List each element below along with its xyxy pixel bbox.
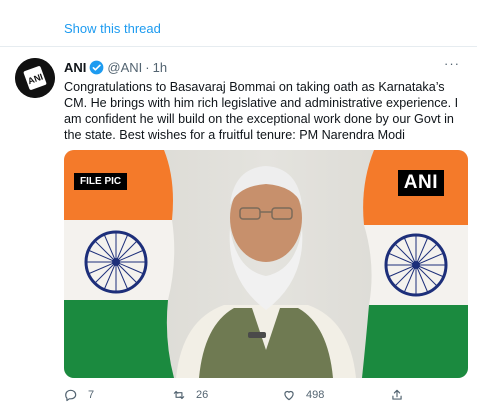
author-handle[interactable]: @ANI (107, 60, 142, 75)
ani-watermark-label: ANI (397, 170, 444, 196)
tweet-header: ANI @ANI · 1h (64, 58, 167, 76)
tweet-actions: 7 26 498 (64, 388, 468, 406)
tweet-media-image[interactable]: FILE PIC ANI (64, 150, 468, 378)
avatar[interactable]: ANI (15, 58, 55, 98)
show-thread-link[interactable]: Show this thread (64, 21, 161, 36)
reply-count: 7 (88, 389, 95, 401)
file-pic-label: FILE PIC (74, 173, 128, 190)
retweet-count: 26 (196, 389, 209, 401)
verified-badge-icon (90, 60, 104, 74)
ani-logo-icon: ANI (15, 58, 55, 98)
share-icon (392, 389, 402, 400)
separator-dot: · (145, 59, 150, 75)
show-thread-row[interactable]: Show this thread (0, 0, 477, 47)
heart-icon (284, 390, 294, 401)
retweet-icon (173, 390, 185, 400)
more-options-icon[interactable]: ··· (444, 56, 460, 71)
tweet-text: Congratulations to Basavaraj Bommai on t… (64, 80, 459, 142)
reply-icon (65, 389, 77, 402)
like-button[interactable]: 498 (282, 388, 324, 402)
tweet-time[interactable]: 1h (153, 60, 167, 75)
share-button[interactable] (390, 388, 404, 402)
like-count: 498 (306, 389, 325, 401)
retweet-button[interactable]: 26 (172, 388, 208, 402)
reply-button[interactable]: 7 (64, 388, 94, 402)
author-name[interactable]: ANI (64, 60, 86, 75)
